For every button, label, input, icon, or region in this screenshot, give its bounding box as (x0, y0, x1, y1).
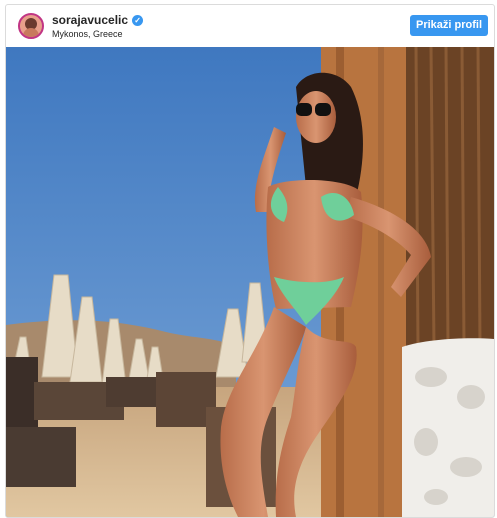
location-label[interactable]: Mykonos, Greece (52, 29, 123, 39)
stone-wall (402, 338, 494, 517)
instagram-embed-card: sorajavucelic ✓ Mykonos, Greece Prikaži … (5, 4, 495, 518)
view-profile-button[interactable]: Prikaži profil (410, 15, 488, 36)
post-photo[interactable] (6, 47, 494, 517)
verified-badge-icon: ✓ (132, 14, 144, 26)
username-text[interactable]: sorajavucelic (52, 13, 128, 27)
avatar[interactable] (18, 13, 44, 39)
username[interactable]: sorajavucelic ✓ (52, 13, 144, 27)
post-header: sorajavucelic ✓ Mykonos, Greece Prikaži … (6, 5, 494, 47)
